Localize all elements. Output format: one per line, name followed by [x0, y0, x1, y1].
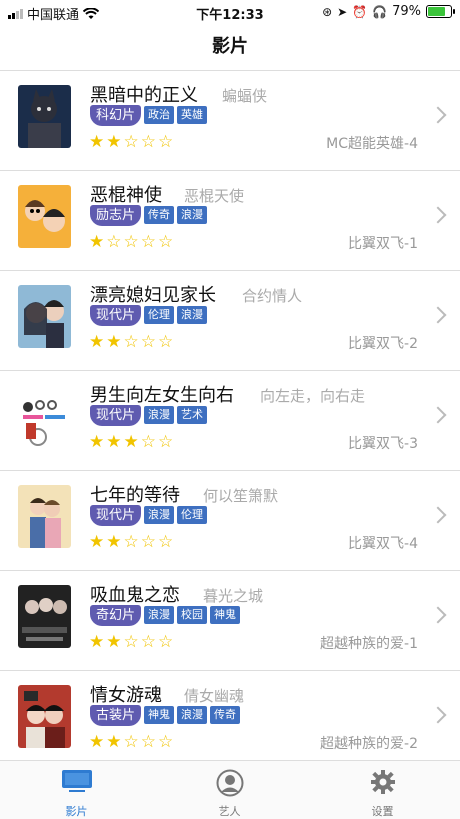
tab-bar: 影片 艺人 设置 — [0, 760, 460, 819]
tag: 神鬼 — [210, 606, 241, 624]
genre-tag: 古装片 — [90, 705, 142, 726]
chevron-right-icon — [429, 506, 447, 524]
tag: 浪漫 — [177, 706, 208, 724]
tab-movies[interactable]: 影片 — [0, 761, 153, 819]
tag: 浪漫 — [144, 506, 175, 524]
rating-stars: ★★☆☆☆ — [89, 732, 176, 752]
tag-list: 现代片 浪漫 伦理 — [90, 505, 208, 526]
movie-list: 黑暗中的正义 蝙蝠侠 科幻片 政治 英雄 ★★☆☆☆ MC超能英雄-4 恶棍神使… — [0, 71, 460, 770]
genre-tag: 现代片 — [90, 505, 142, 526]
battery-percent: 79% — [392, 4, 421, 19]
rating-stars: ★★☆☆☆ — [89, 532, 176, 552]
movie-alias: 暮光之城 — [203, 587, 264, 605]
tag-list: 励志片 传奇 浪漫 — [90, 205, 208, 226]
genre-tag: 奇幻片 — [90, 605, 142, 626]
movie-alias: 合约情人 — [242, 287, 303, 305]
chevron-right-icon — [429, 306, 447, 324]
tab-label: 设置 — [371, 805, 394, 818]
tag-list: 奇幻片 浪漫 校园 神鬼 — [90, 605, 241, 626]
movie-row[interactable]: 七年的等待 何以笙箫默 现代片 浪漫 伦理 ★★☆☆☆ 比翼双飞-4 — [0, 471, 460, 571]
movie-row[interactable]: 吸血鬼之恋 暮光之城 奇幻片 浪漫 校园 神鬼 ★★☆☆☆ 超越种族的爱-1 — [0, 571, 460, 671]
tab-settings[interactable]: 设置 — [306, 761, 459, 819]
series-label: 比翼双飞-1 — [348, 236, 418, 252]
rating-stars: ★★☆☆☆ — [89, 332, 176, 352]
movie-alias: 向左走，向右走 — [260, 387, 366, 405]
chevron-right-icon — [429, 206, 447, 224]
genre-tag: 现代片 — [90, 305, 142, 326]
tag: 校园 — [177, 606, 208, 624]
tag: 政治 — [144, 106, 175, 124]
movie-row[interactable]: 漂亮媳妇见家长 合约情人 现代片 伦理 浪漫 ★★☆☆☆ 比翼双飞-2 — [0, 271, 460, 371]
tag: 神鬼 — [144, 706, 175, 724]
movie-title: 恶棍神使 — [90, 185, 162, 206]
alarm-icon: ⏰ — [352, 4, 368, 19]
chevron-right-icon — [429, 406, 447, 424]
poster-image — [18, 285, 71, 348]
movie-alias: 蝙蝠侠 — [222, 87, 268, 105]
movie-title: 男生向左女生向右 — [90, 385, 234, 406]
battery-icon — [426, 5, 455, 18]
chevron-right-icon — [429, 606, 447, 624]
rating-stars: ★★★☆☆ — [89, 432, 176, 452]
tag: 艺术 — [177, 406, 208, 424]
monitor-icon — [61, 770, 92, 792]
movie-title: 漂亮媳妇见家长 — [90, 285, 216, 306]
tag-list: 现代片 伦理 浪漫 — [90, 305, 208, 326]
navigation-bar: 影片 — [0, 24, 460, 71]
poster-image — [18, 185, 71, 248]
genre-tag: 科幻片 — [90, 105, 142, 126]
tag: 浪漫 — [144, 606, 175, 624]
tag: 浪漫 — [177, 306, 208, 324]
rotation-lock-icon: ⊛ — [322, 4, 333, 19]
tag-list: 现代片 浪漫 艺术 — [90, 405, 208, 426]
movie-row[interactable]: 男生向左女生向右 向左走，向右走 现代片 浪漫 艺术 ★★★☆☆ 比翼双飞-3 — [0, 371, 460, 471]
movie-alias: 倩女幽魂 — [184, 687, 245, 705]
tab-artists[interactable]: 艺人 — [153, 761, 306, 819]
chevron-right-icon — [429, 106, 447, 124]
series-label: MC超能英雄-4 — [326, 136, 418, 152]
gear-icon — [370, 770, 395, 794]
status-bar: 中国联通 下午12:33 ⊛ ➤ ⏰ 🎧 79% — [0, 0, 460, 24]
headphones-icon: 🎧 — [372, 4, 388, 19]
series-label: 比翼双飞-2 — [348, 336, 418, 352]
tag: 伦理 — [177, 506, 208, 524]
rating-stars: ★☆☆☆☆ — [89, 232, 176, 252]
poster-image — [18, 585, 71, 648]
tag: 浪漫 — [177, 206, 208, 224]
tag: 浪漫 — [144, 406, 175, 424]
poster-image — [18, 485, 71, 548]
series-label: 超越种族的爱-2 — [320, 736, 418, 752]
location-icon: ➤ — [337, 4, 348, 19]
person-icon — [216, 769, 243, 797]
rating-stars: ★★☆☆☆ — [89, 632, 176, 652]
movie-row[interactable]: 黑暗中的正义 蝙蝠侠 科幻片 政治 英雄 ★★☆☆☆ MC超能英雄-4 — [0, 71, 460, 171]
tab-label: 艺人 — [218, 805, 241, 818]
tag-list: 科幻片 政治 英雄 — [90, 105, 208, 126]
poster-image — [18, 385, 71, 448]
poster-image — [18, 85, 71, 148]
tag: 传奇 — [210, 706, 241, 724]
genre-tag: 励志片 — [90, 205, 142, 226]
movie-title: 情女游魂 — [90, 685, 162, 706]
series-label: 比翼双飞-4 — [348, 536, 418, 552]
poster-image — [18, 685, 71, 748]
movie-alias: 何以笙箫默 — [203, 487, 279, 505]
rating-stars: ★★☆☆☆ — [89, 132, 176, 152]
page-title: 影片 — [212, 36, 248, 57]
tag: 传奇 — [144, 206, 175, 224]
tab-label: 影片 — [65, 805, 88, 818]
movie-alias: 恶棍天使 — [184, 187, 245, 205]
movie-title: 黑暗中的正义 — [90, 85, 198, 106]
chevron-right-icon — [429, 706, 447, 724]
movie-row[interactable]: 情女游魂 倩女幽魂 古装片 神鬼 浪漫 传奇 ★★☆☆☆ 超越种族的爱-2 — [0, 671, 460, 770]
tag-list: 古装片 神鬼 浪漫 传奇 — [90, 705, 241, 726]
genre-tag: 现代片 — [90, 405, 142, 426]
tag: 英雄 — [177, 106, 208, 124]
movie-row[interactable]: 恶棍神使 恶棍天使 励志片 传奇 浪漫 ★☆☆☆☆ 比翼双飞-1 — [0, 171, 460, 271]
movie-title: 吸血鬼之恋 — [90, 585, 180, 606]
series-label: 比翼双飞-3 — [348, 436, 418, 452]
series-label: 超越种族的爱-1 — [320, 636, 418, 652]
movie-title: 七年的等待 — [90, 485, 180, 506]
tag: 伦理 — [144, 306, 175, 324]
